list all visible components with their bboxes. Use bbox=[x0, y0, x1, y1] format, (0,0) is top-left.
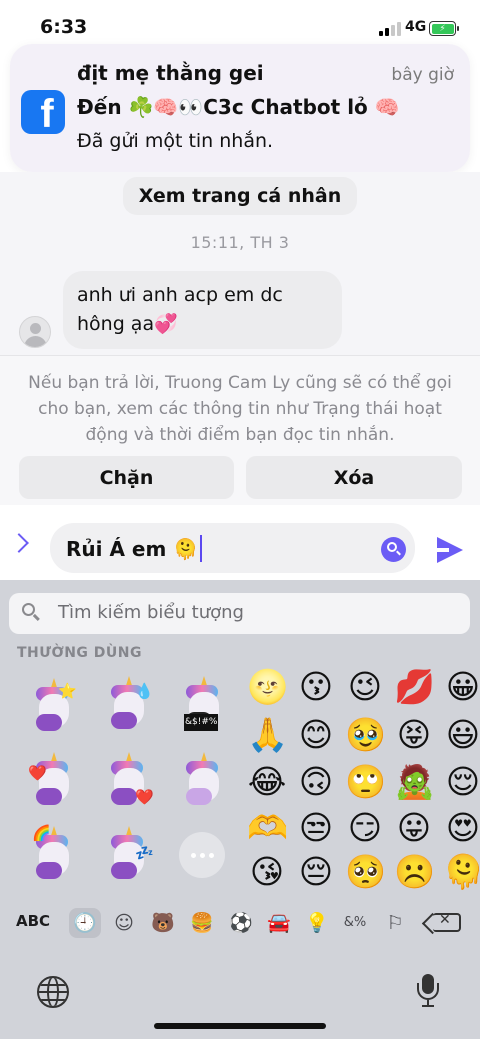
emoji-key[interactable]: 😂 bbox=[247, 762, 287, 802]
emoji-key[interactable]: 😛 bbox=[394, 808, 434, 848]
food-icon[interactable]: 🍔 bbox=[186, 908, 218, 938]
block-button[interactable]: Chặn bbox=[19, 456, 234, 499]
emoji-key[interactable]: 😝 bbox=[394, 715, 434, 755]
travel-icon[interactable]: 🚘 bbox=[263, 908, 295, 938]
sender-avatar[interactable] bbox=[19, 316, 51, 348]
globe-icon[interactable] bbox=[37, 976, 69, 1008]
abc-keyboard-button[interactable]: ABC bbox=[16, 912, 50, 930]
send-icon[interactable] bbox=[437, 537, 463, 563]
sticker-effect: ⭐ bbox=[58, 682, 77, 700]
request-info-text: Nếu bạn trả lời, Truong Cam Ly cũng sẽ c… bbox=[28, 373, 452, 445]
emoji-key[interactable]: 😍 bbox=[443, 808, 480, 848]
message-input-text[interactable]: Rủi Á em 🫠 bbox=[66, 535, 203, 562]
emoji-key[interactable]: 😃 bbox=[443, 715, 480, 755]
notification-body: Đã gửi một tin nhắn. bbox=[77, 130, 274, 152]
emoji-key[interactable]: 🧟 bbox=[394, 762, 435, 802]
frequently-used-label: THƯỜNG DÙNG bbox=[17, 645, 142, 661]
signal-icon bbox=[379, 22, 401, 36]
notification-title: địt mẹ thằng gei bbox=[77, 61, 264, 85]
status-time: 6:33 bbox=[40, 16, 88, 38]
network-label: 4G bbox=[405, 19, 427, 35]
emoji-key[interactable]: 💋 bbox=[394, 667, 435, 707]
emoji-key[interactable]: 🫶 bbox=[247, 808, 288, 848]
unicorn-sticker[interactable]: ❤️ bbox=[103, 752, 154, 808]
backspace-icon[interactable]: ✕ bbox=[433, 912, 461, 932]
unicorn-sticker[interactable]: 🌈 bbox=[28, 826, 78, 882]
emoji-key[interactable]: 😔 bbox=[296, 852, 336, 892]
flags-icon[interactable]: ⚐ bbox=[379, 908, 411, 938]
objects-icon[interactable]: 💡 bbox=[301, 908, 333, 938]
emoji-key[interactable]: 😌 bbox=[443, 762, 480, 802]
delete-button[interactable]: Xóa bbox=[246, 456, 462, 499]
sticker-effect: ❤️ bbox=[135, 788, 154, 806]
emoji-key[interactable]: ☹️ bbox=[394, 852, 435, 892]
recent-icon[interactable]: 🕘 bbox=[69, 908, 101, 938]
emoji-key[interactable]: 🌝 bbox=[247, 667, 288, 707]
facebook-app-icon: f bbox=[21, 90, 65, 134]
unicorn-sticker[interactable]: &$!#% bbox=[178, 676, 228, 732]
emoji-key[interactable]: 😊 bbox=[296, 715, 336, 755]
microphone-icon[interactable] bbox=[417, 974, 439, 1010]
emoji-search-icon[interactable] bbox=[381, 537, 406, 562]
sticker-effect: 🌈 bbox=[32, 824, 51, 842]
emoji-search-placeholder: Tìm kiếm biểu tượng bbox=[58, 602, 244, 623]
message-timestamp: 15:11, TH 3 bbox=[190, 233, 290, 252]
emoji-key[interactable]: 🫠 bbox=[443, 852, 480, 892]
unicorn-sticker[interactable] bbox=[178, 752, 228, 808]
emoji-key[interactable]: 🙄 bbox=[345, 762, 386, 802]
notification-recipient: Đến ☘️🧠👀C3c Chatbot lỏ 🧠 bbox=[77, 95, 400, 119]
view-profile-button[interactable]: Xem trang cá nhân bbox=[123, 177, 357, 215]
home-indicator[interactable] bbox=[154, 1023, 326, 1029]
more-stickers-button[interactable] bbox=[179, 832, 225, 878]
unicorn-sticker[interactable]: 💧 bbox=[103, 676, 154, 732]
message-input-value: Rủi Á em 🫠 bbox=[66, 537, 199, 561]
sticker-effect: &$!#% bbox=[184, 714, 219, 731]
sticker-effect: 💤 bbox=[135, 844, 154, 862]
emoji-key[interactable]: 😗 bbox=[296, 667, 336, 707]
animals-icon[interactable]: 🐻 bbox=[147, 908, 179, 938]
notification-banner[interactable]: f địt mẹ thằng gei bây giờ Đến ☘️🧠👀C3c C… bbox=[10, 44, 470, 172]
battery-charging-icon: ⚡ bbox=[429, 21, 459, 36]
sticker-effect: ❤️ bbox=[28, 764, 47, 782]
smileys-icon[interactable]: ☺ bbox=[108, 908, 140, 938]
emoji-key[interactable]: 🙃 bbox=[296, 762, 336, 802]
emoji-key[interactable]: 😀 bbox=[443, 667, 480, 707]
status-bar: 6:33 4G ⚡ bbox=[0, 0, 480, 50]
symbols-icon[interactable]: &% bbox=[339, 908, 371, 938]
emoji-key[interactable]: 🥺 bbox=[345, 852, 386, 892]
emoji-key[interactable]: 😒 bbox=[296, 808, 336, 848]
emoji-key[interactable]: 😏 bbox=[345, 808, 385, 848]
search-icon bbox=[22, 603, 40, 621]
text-caret bbox=[200, 535, 203, 562]
activity-icon[interactable]: ⚽ bbox=[225, 908, 257, 938]
unicorn-sticker[interactable]: ⭐ bbox=[28, 678, 78, 734]
message-line: hông ạa💞 bbox=[77, 313, 178, 335]
message-line: anh ưi anh acp em dc bbox=[77, 284, 283, 306]
emoji-key[interactable]: 😘 bbox=[247, 852, 287, 892]
emoji-key[interactable]: 😉 bbox=[345, 667, 385, 707]
sticker-effect: 💧 bbox=[135, 682, 154, 700]
emoji-key[interactable]: 🥹 bbox=[345, 715, 386, 755]
unicorn-sticker[interactable]: 💤 bbox=[103, 826, 154, 882]
notification-time: bây giờ bbox=[391, 65, 454, 85]
unicorn-sticker[interactable]: ❤️ bbox=[28, 752, 78, 808]
emoji-key[interactable]: 🙏 bbox=[247, 715, 288, 755]
incoming-message-bubble[interactable]: anh ưi anh acp em dc hông ạa💞 bbox=[63, 271, 342, 349]
